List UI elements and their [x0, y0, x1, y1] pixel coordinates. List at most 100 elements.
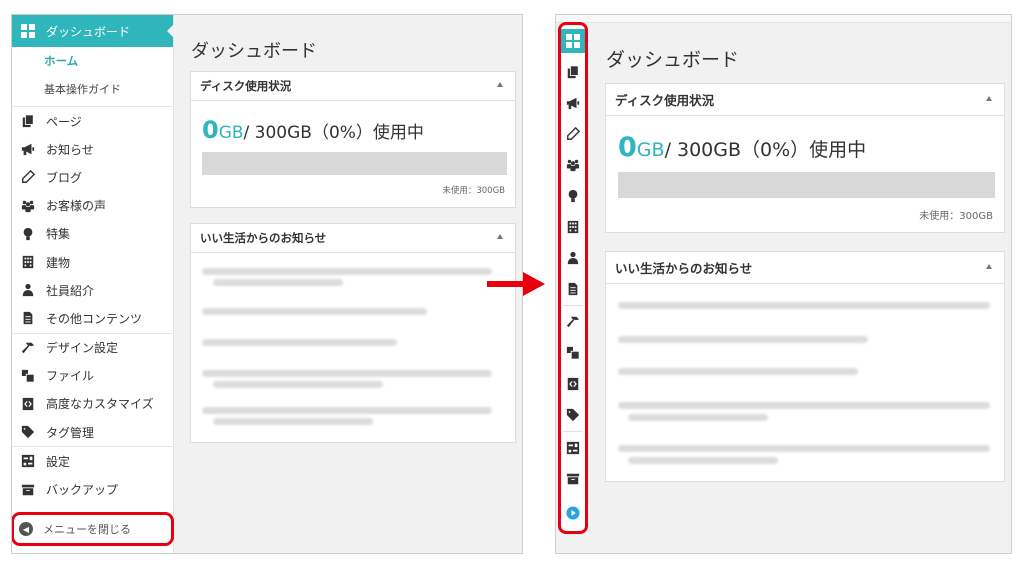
collapse-menu-button[interactable]: ◀ メニューを閉じる [12, 512, 174, 546]
hammer-icon [566, 316, 580, 328]
sidebar-item-blog[interactable]: ブログ [12, 163, 173, 191]
archive-icon [20, 482, 36, 498]
sidebar-item-label: デザイン設定 [46, 341, 119, 356]
sidebar-item-label: その他コンテンツ [46, 311, 143, 326]
sidebar-item-design-settings[interactable]: デザイン設定 [12, 334, 173, 362]
right-arrow-icon [487, 272, 545, 296]
widget-heading: ディスク使用状況 [606, 84, 1004, 116]
news-item-blurred[interactable] [213, 381, 383, 388]
news-item-blurred[interactable] [202, 407, 492, 414]
used-unit: GB [636, 139, 665, 161]
person-icon [20, 282, 36, 298]
sidebar-item-staff[interactable]: 社員紹介 [12, 276, 173, 304]
rail-divider [563, 305, 583, 306]
collapse-toggle-icon[interactable] [986, 264, 992, 269]
sidebar-item-pages[interactable]: ページ [12, 107, 173, 135]
news-item-blurred[interactable] [202, 268, 492, 275]
news-item-blurred[interactable] [628, 457, 778, 464]
sidebar-item-features[interactable]: 特集 [12, 220, 173, 248]
pages-icon [20, 113, 36, 129]
news-item-blurred[interactable] [202, 339, 397, 346]
sidebar-item-buildings[interactable]: 建物 [12, 248, 173, 276]
sidebar-item-dashboard[interactable]: ダッシュボード [12, 15, 174, 47]
settings-icon [20, 453, 36, 469]
widget-title: いい生活からのお知らせ [615, 261, 753, 276]
news-item-blurred[interactable] [202, 370, 492, 377]
dashboard-icon [21, 24, 35, 38]
news-item-blurred[interactable] [618, 336, 868, 343]
collapse-arrow-icon: ◀ [19, 522, 33, 536]
sidebar-item-label: ダッシュボード [46, 24, 131, 39]
news-item-blurred[interactable] [213, 279, 343, 286]
rail-item-dashboard[interactable] [561, 29, 585, 53]
sidebar-item-label: 高度なカスタマイズ [46, 397, 154, 412]
news-item-blurred[interactable] [213, 418, 373, 425]
building-icon [20, 254, 36, 270]
rail-item-tags[interactable] [561, 403, 585, 427]
rail-item-features[interactable] [561, 184, 585, 208]
rail-item-design-settings[interactable] [561, 310, 585, 334]
files-icon [566, 346, 580, 360]
sidebar-group-content: ページ お知らせ ブログ お客様の声 特集 建物 社員紹介 その他コンテンツ [12, 106, 173, 333]
sidebar-item-other-content[interactable]: その他コンテンツ [12, 304, 173, 332]
rail-item-other-content[interactable] [561, 277, 585, 301]
sidebar-item-tags[interactable]: タグ管理 [12, 418, 173, 446]
rail-item-news[interactable] [561, 91, 585, 115]
document-icon [568, 282, 578, 296]
rail-item-buildings[interactable] [561, 215, 585, 239]
document-icon [20, 310, 36, 326]
expand-menu-button[interactable] [561, 501, 585, 525]
rail-item-blog[interactable] [561, 122, 585, 146]
page-title: ダッシュボード [191, 41, 317, 62]
sidebar-item-label: 特集 [46, 227, 71, 242]
sidebar-subitem-guide[interactable]: 基本操作ガイド [12, 75, 173, 103]
sidebar-item-label: ページ [46, 114, 82, 129]
people-icon [20, 198, 36, 214]
news-item-blurred[interactable] [618, 445, 990, 452]
disk-free-text: 未使用：300GB [919, 211, 993, 222]
files-icon [20, 368, 36, 384]
collapse-toggle-icon[interactable] [986, 96, 992, 101]
expand-menu-icon [566, 506, 580, 520]
widget-title: ディスク使用状況 [200, 79, 292, 93]
widget-title: いい生活からのお知らせ [200, 231, 327, 245]
disk-usage-widget: ディスク使用状況 0 GB / 300GB（0%）使用中 未使用：300GB [605, 83, 1005, 233]
collapse-toggle-icon[interactable] [497, 234, 503, 239]
tag-icon [566, 408, 580, 422]
sidebar-item-backup[interactable]: バックアップ [12, 475, 173, 503]
collapse-toggle-icon[interactable] [497, 82, 503, 87]
rail-divider [563, 431, 583, 432]
news-item-blurred[interactable] [202, 308, 427, 315]
news-item-blurred[interactable] [618, 368, 858, 375]
hammer-icon [20, 340, 36, 356]
news-item-blurred[interactable] [618, 402, 990, 409]
disk-usage-widget: ディスク使用状況 0 GB / 300GB（0%）使用中 未使用：300GB [190, 71, 516, 208]
usage-total: / 300GB（0%）使用中 [664, 139, 867, 161]
lightbulb-icon [568, 189, 578, 203]
page-title: ダッシュボード [606, 49, 740, 71]
megaphone-icon [566, 97, 580, 110]
sidebar-group-design: デザイン設定 ファイル 高度なカスタマイズ タグ管理 [12, 332, 173, 447]
sidebar-item-advanced-customize[interactable]: 高度なカスタマイズ [12, 390, 173, 418]
news-item-blurred[interactable] [628, 414, 768, 421]
rail-item-staff[interactable] [561, 246, 585, 270]
sidebar-subitem-home[interactable]: ホーム [12, 47, 173, 75]
rail-item-settings[interactable] [561, 436, 585, 460]
rail-item-backup[interactable] [561, 467, 585, 491]
rail-item-pages[interactable] [561, 60, 585, 84]
sidebar-item-label: ブログ [46, 170, 83, 185]
sidebar-item-label: お客様の声 [46, 199, 107, 214]
sidebar-item-testimonials[interactable]: お客様の声 [12, 192, 173, 220]
dashboard-icon [566, 34, 580, 48]
rail-item-files[interactable] [561, 341, 585, 365]
rail-item-advanced-customize[interactable] [561, 372, 585, 396]
disk-usage-bar [618, 172, 995, 198]
sidebar-item-files[interactable]: ファイル [12, 362, 173, 390]
widget-title: ディスク使用状況 [615, 93, 715, 108]
sidebar-item-news[interactable]: お知らせ [12, 135, 173, 163]
news-item-blurred[interactable] [618, 302, 990, 309]
disk-usage-text: 0 GB / 300GB（0%）使用中 [202, 116, 424, 144]
rail-item-testimonials[interactable] [561, 153, 585, 177]
sidebar-item-settings[interactable]: 設定 [12, 447, 173, 475]
widget-heading: いい生活からのお知らせ [191, 224, 515, 253]
